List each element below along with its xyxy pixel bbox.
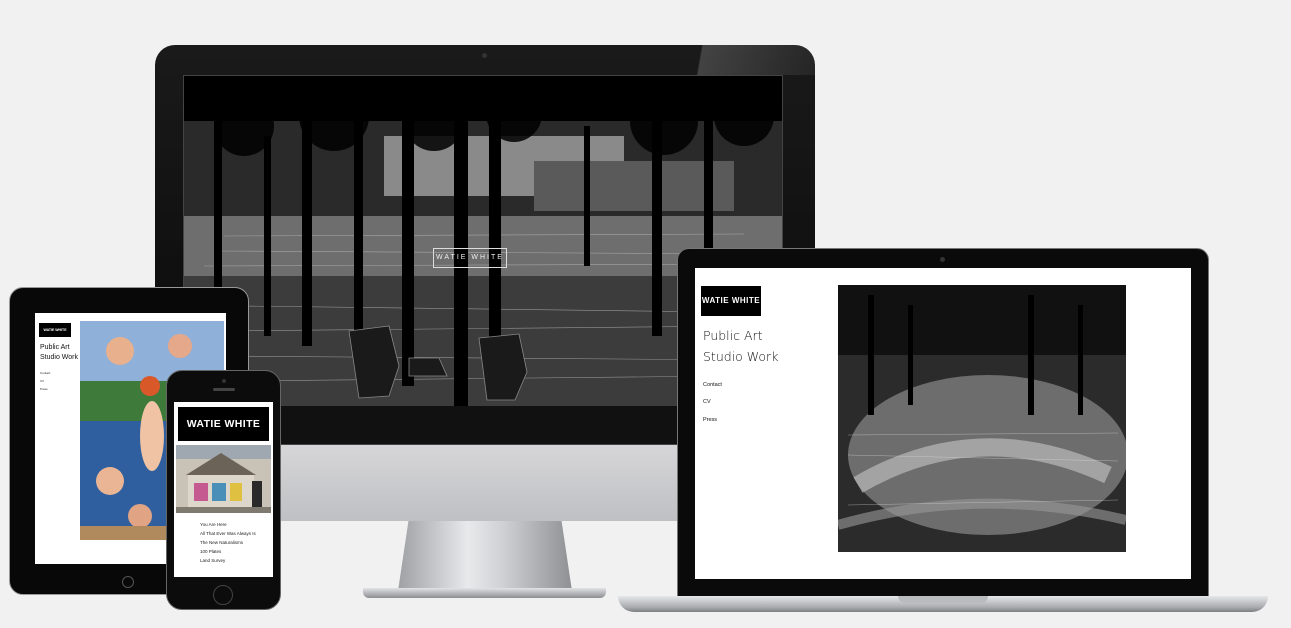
iphone-camera: [222, 379, 226, 383]
ipad-nav-studio-work[interactable]: Studio Work: [40, 354, 78, 361]
imac-stand-foot: [363, 588, 606, 598]
iphone-screen: WATIE WHITE You Are Here All That Ever W…: [174, 402, 273, 577]
iphone-house-photo[interactable]: [176, 445, 271, 513]
imac-gloss: [672, 45, 815, 75]
iphone-list-item[interactable]: The New Naturalisms: [200, 540, 243, 545]
featured-artwork-image[interactable]: [838, 285, 1126, 552]
imac-stand: [398, 521, 572, 591]
nav-public-art[interactable]: Public Art: [703, 328, 763, 343]
laptop-notch: [898, 596, 988, 603]
ipad-site-logo[interactable]: WATIE WHITE: [39, 323, 71, 337]
ipad-nav-contact[interactable]: Contact: [40, 371, 50, 375]
iphone-list-item[interactable]: 100 Plates: [200, 549, 221, 554]
iphone-speaker: [213, 388, 235, 391]
imac-camera: [482, 53, 487, 58]
ipad-nav-cv[interactable]: CV: [40, 379, 44, 383]
iphone-list-item[interactable]: You Are Here: [200, 522, 227, 527]
apple-logo-icon: [468, 460, 502, 500]
nav-cv[interactable]: CV: [703, 399, 711, 405]
ipad-home-button: [122, 576, 134, 588]
nav-press[interactable]: Press: [703, 417, 717, 423]
hero-logo[interactable]: WATIE WHITE: [433, 248, 507, 268]
ipad-nav-press[interactable]: Press: [40, 387, 48, 391]
site-logo[interactable]: WATIE WHITE: [701, 286, 761, 316]
iphone-list-item[interactable]: Land Survey: [200, 558, 225, 563]
nav-contact[interactable]: Contact: [703, 382, 722, 388]
iphone-site-logo[interactable]: WATIE WHITE: [178, 407, 269, 441]
iphone-home-button: [213, 585, 233, 605]
ipad-nav-public-art[interactable]: Public Art: [40, 344, 70, 351]
laptop-camera: [940, 257, 945, 262]
nav-studio-work[interactable]: Studio Work: [703, 349, 778, 364]
laptop-screen: WATIE WHITE Public Art Studio Work Conta…: [695, 268, 1191, 579]
iphone-list-item[interactable]: All That Ever Was Always Is: [200, 531, 256, 536]
